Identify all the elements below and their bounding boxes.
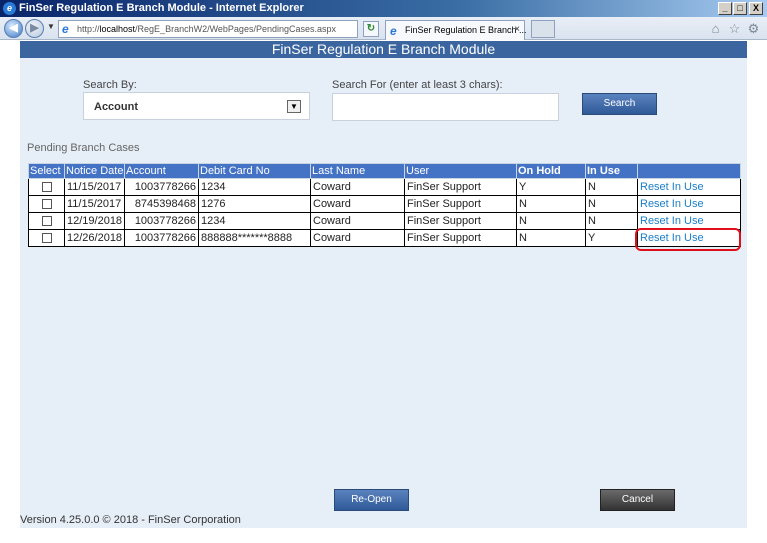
version-footer: Version 4.25.0.0 © 2018 - FinSer Corpora… [20,514,241,526]
ie-page-icon: e [62,22,69,36]
user-cell: FinSer Support [404,195,517,213]
table-row: 11/15/2017 8745398468 1276 Coward FinSer… [28,195,741,213]
debit-card-cell: 1276 [198,195,311,213]
page-viewport: FinSer Regulation E Branch Module Search… [0,41,767,543]
user-cell: FinSer Support [404,178,517,196]
window-title: FinSer Regulation E Branch Module - Inte… [19,2,304,14]
home-icon[interactable]: ⌂ [708,21,723,36]
notice-date-cell: 11/15/2017 [64,178,125,196]
row-select-checkbox[interactable] [41,199,52,210]
debit-card-cell: 1234 [198,178,311,196]
tab-title: FinSer Regulation E Branch ... [405,25,527,35]
table-header-row: Select Notice Date Account Debit Card No… [28,163,741,179]
on-hold-cell: Y [516,178,586,196]
tab-close-icon[interactable]: × [514,24,520,35]
action-cell: Reset In Use [637,178,741,196]
cancel-button[interactable]: Cancel [600,489,675,511]
tools-gear-icon[interactable]: ⚙ [746,21,761,36]
user-cell: FinSer Support [404,229,517,247]
address-url[interactable]: http://localhost/RegE_BranchW2/WebPages/… [77,24,336,34]
col-header-on-hold: On Hold [516,163,586,179]
table-row: 12/19/2018 1003778266 1234 Coward FinSer… [28,212,741,230]
account-cell: 1003778266 [124,229,199,247]
row-select-cell [28,229,65,247]
last-name-cell: Coward [310,178,405,196]
col-header-debit-card: Debit Card No [198,163,311,179]
last-name-cell: Coward [310,212,405,230]
minimize-button[interactable]: _ [718,2,732,15]
table-row: 12/26/2018 1003778266 888888*******8888 … [28,229,741,247]
window-titlebar: e FinSer Regulation E Branch Module - In… [0,0,767,17]
col-header-select: Select [28,163,65,179]
history-dropdown-icon[interactable]: ▼ [47,22,55,31]
row-select-cell [28,195,65,213]
in-use-cell: N [585,212,638,230]
in-use-cell: Y [585,229,638,247]
user-cell: FinSer Support [404,212,517,230]
col-header-user: User [404,163,517,179]
search-by-value: Account [94,101,138,113]
search-by-select[interactable]: Account ▼ [83,92,310,120]
row-select-checkbox[interactable] [41,182,52,193]
main-content: Search By: Account ▼ Search For (enter a… [20,58,747,528]
col-header-notice-date: Notice Date [64,163,125,179]
action-cell: Reset In Use [637,195,741,213]
notice-date-cell: 11/15/2017 [64,195,125,213]
reset-in-use-link[interactable]: Reset In Use [640,181,704,193]
search-for-label: Search For (enter at least 3 chars): [332,79,503,91]
on-hold-cell: N [516,195,586,213]
forward-button[interactable]: ▶ [25,19,44,38]
ie-app-icon: e [3,2,16,15]
refresh-icon[interactable]: ↻ [363,21,379,37]
reopen-button[interactable]: Re-Open [334,489,409,511]
row-select-checkbox[interactable] [41,233,52,244]
search-by-label: Search By: [83,79,137,91]
row-select-cell [28,212,65,230]
last-name-cell: Coward [310,229,405,247]
chevron-down-icon[interactable]: ▼ [287,100,301,113]
browser-tab[interactable]: e FinSer Regulation E Branch ... × [385,20,527,40]
row-select-cell [28,178,65,196]
pending-cases-title: Pending Branch Cases [27,142,140,154]
search-input[interactable] [332,93,559,121]
browser-toolbar: ◀ ▶ ▼ e http://localhost/RegE_BranchW2/W… [0,17,767,40]
debit-card-cell: 888888*******8888 [198,229,311,247]
in-use-cell: N [585,195,638,213]
notice-date-cell: 12/26/2018 [64,229,125,247]
table-row: 11/15/2017 1003778266 1234 Coward FinSer… [28,178,741,196]
back-button[interactable]: ◀ [4,19,23,38]
account-cell: 1003778266 [124,178,199,196]
tab-ie-icon: e [390,24,397,38]
on-hold-cell: N [516,212,586,230]
notice-date-cell: 12/19/2018 [64,212,125,230]
address-bar[interactable]: e http://localhost/RegE_BranchW2/WebPage… [58,20,415,38]
highlight-annotation [635,228,741,251]
action-cell: Reset In Use [637,212,741,230]
reset-in-use-link[interactable]: Reset In Use [640,215,704,227]
debit-card-cell: 1234 [198,212,311,230]
close-window-button[interactable]: X [749,2,763,15]
col-header-last-name: Last Name [310,163,405,179]
account-cell: 1003778266 [124,212,199,230]
page-title: FinSer Regulation E Branch Module [20,41,747,58]
last-name-cell: Coward [310,195,405,213]
account-cell: 8745398468 [124,195,199,213]
col-header-action [637,163,741,179]
in-use-cell: N [585,178,638,196]
col-header-account: Account [124,163,199,179]
row-select-checkbox[interactable] [41,216,52,227]
maximize-button[interactable]: □ [733,2,747,15]
reset-in-use-link[interactable]: Reset In Use [640,198,704,210]
new-tab-button[interactable] [531,20,555,38]
col-header-in-use: In Use [585,163,638,179]
favorites-icon[interactable]: ☆ [727,21,742,36]
search-button[interactable]: Search [582,93,657,115]
on-hold-cell: N [516,229,586,247]
